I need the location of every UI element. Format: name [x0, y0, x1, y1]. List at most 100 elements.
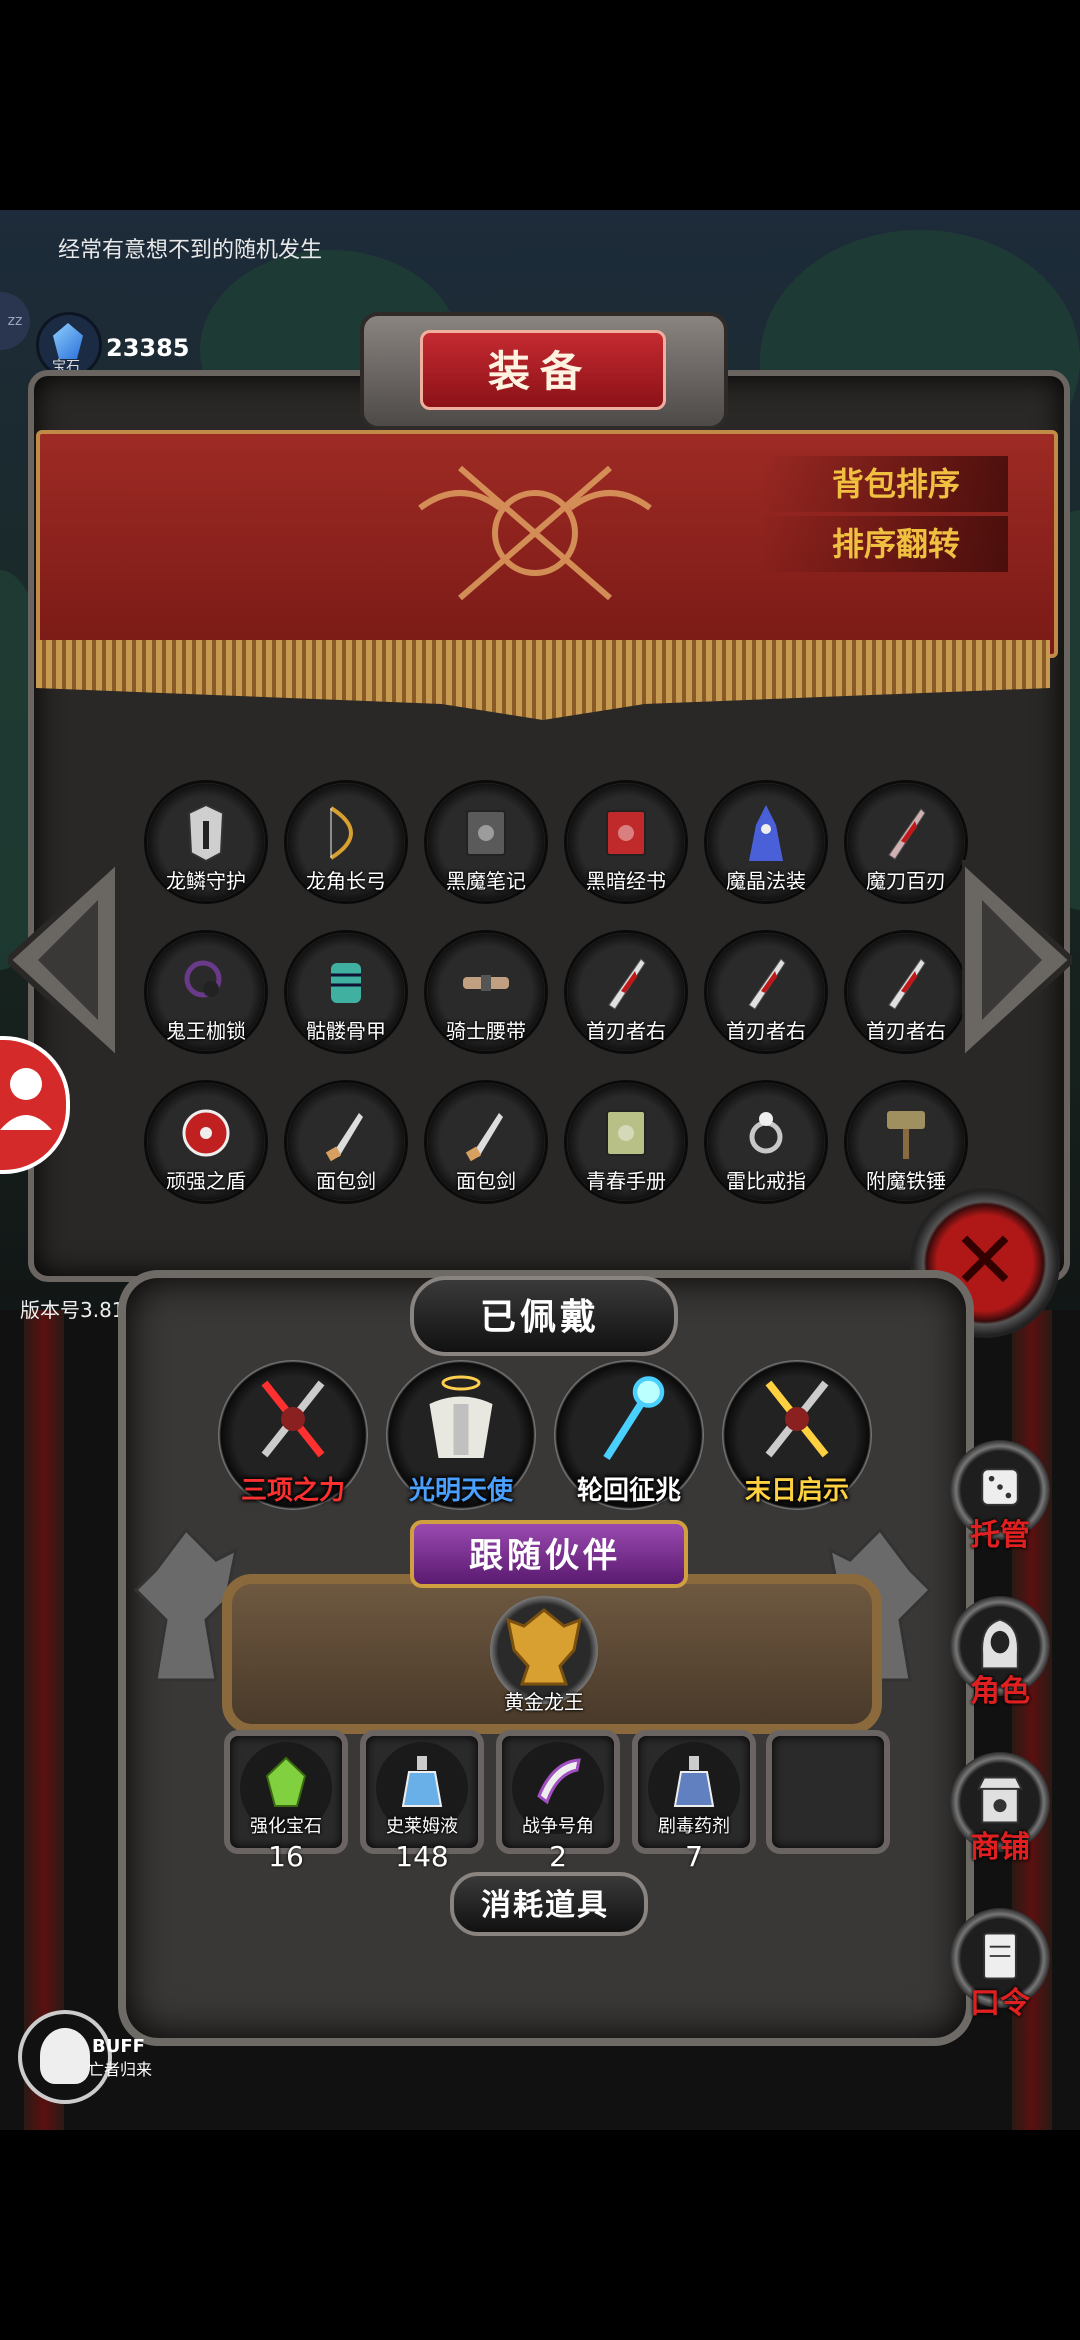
side-menu-button[interactable]: 角色	[950, 1596, 1050, 1709]
manual-icon	[601, 1103, 651, 1163]
inventory-slot[interactable]: 骷髅骨甲	[284, 930, 408, 1054]
shop-icon	[976, 1772, 1024, 1828]
red-book-icon	[601, 803, 651, 863]
equipped-slot[interactable]: 轮回征兆	[554, 1360, 704, 1510]
dagger-icon	[461, 1103, 511, 1163]
chain-icon	[181, 953, 231, 1013]
inventory-item-name: 雷比戒指	[726, 1169, 806, 1193]
dagger-icon	[321, 1103, 371, 1163]
gem-count: 23385	[106, 334, 190, 362]
inventory-slot[interactable]: 顽强之盾	[144, 1080, 268, 1204]
companion-title: 跟随伙伴	[469, 1536, 621, 1576]
angel-armor-icon	[416, 1374, 506, 1464]
serrated-blade-icon	[881, 803, 931, 863]
buff-label: BUFF	[92, 2036, 145, 2057]
side-menu-button[interactable]: 商铺	[950, 1752, 1050, 1865]
inventory-slot[interactable]: 附魔铁锤	[844, 1080, 968, 1204]
ice-staff-icon	[584, 1374, 674, 1464]
page-title: 装备	[487, 347, 592, 396]
consumable-count: 2	[549, 1840, 567, 1873]
blood-blade-icon	[601, 953, 651, 1013]
side-menu-label: 角色	[970, 1674, 1030, 1709]
inventory-item-name: 骷髅骨甲	[306, 1019, 386, 1043]
inventory-item-name: 鬼王枷锁	[166, 1019, 246, 1043]
wizard-robe-icon	[741, 803, 791, 863]
inventory-item-name: 面包剑	[456, 1169, 516, 1193]
user-icon	[0, 1068, 52, 1130]
equipped-item-name: 三项之力	[240, 1476, 345, 1506]
inventory-slot[interactable]: 黑魔笔记	[424, 780, 548, 904]
equipped-item-name: 末日启示	[744, 1476, 849, 1506]
companion-name: 黄金龙王	[504, 1690, 584, 1714]
inventory-item-name: 龙角长弓	[306, 869, 386, 893]
side-menu-button[interactable]: 口令	[950, 1908, 1050, 2021]
consumable-count: 16	[268, 1840, 304, 1873]
inventory-slot[interactable]: 雷比戒指	[704, 1080, 828, 1204]
side-menu-label: 商铺	[970, 1830, 1030, 1865]
version-label: 版本号3.81	[20, 1298, 125, 1322]
inventory-item-name: 顽强之盾	[166, 1169, 246, 1193]
inventory-slot[interactable]: 魔刀百刃	[844, 780, 968, 904]
prev-page-arrow-icon[interactable]	[8, 860, 118, 1060]
equipped-slot[interactable]: 光明天使	[386, 1360, 536, 1510]
inventory-slot[interactable]: 面包剑	[424, 1080, 548, 1204]
skeleton-armor-icon	[321, 953, 371, 1013]
empty-consumable-slot[interactable]	[766, 1730, 890, 1854]
green-gem-icon	[256, 1752, 316, 1812]
inventory-item-name: 魔晶法装	[726, 869, 806, 893]
crossed-swords-emblem-icon	[418, 465, 652, 601]
blood-blade-icon	[881, 953, 931, 1013]
round-shield-icon	[181, 1103, 231, 1163]
consumable-slot[interactable]: 战争号角 2	[496, 1730, 620, 1873]
inventory-slot[interactable]: 龙角长弓	[284, 780, 408, 904]
belt-icon	[461, 953, 511, 1013]
inventory-item-name: 黑暗经书	[586, 869, 666, 893]
inventory-item-name: 首刃者右	[726, 1019, 806, 1043]
equipped-slot[interactable]: 末日启示	[722, 1360, 872, 1510]
inventory-slot[interactable]: 鬼王枷锁	[144, 930, 268, 1054]
equipped-title: 已佩戴	[479, 1297, 600, 1338]
side-menu-label: 口令	[970, 1986, 1030, 2021]
inventory-slot[interactable]: 魔晶法装	[704, 780, 828, 904]
hint-text: 经常有意想不到的随机发生	[58, 238, 323, 263]
dark-book-icon	[461, 803, 511, 863]
consumable-name: 战争号角	[522, 1816, 594, 1837]
next-page-arrow-icon[interactable]	[962, 860, 1072, 1060]
consumable-count: 148	[395, 1840, 449, 1873]
consumable-name: 剧毒药剂	[658, 1816, 730, 1837]
inventory-slot[interactable]: 黑暗经书	[564, 780, 688, 904]
consumable-slot[interactable]: 剧毒药剂 7	[632, 1730, 756, 1873]
dice-icon	[976, 1460, 1024, 1516]
inventory-slot[interactable]: 首刃者右	[704, 930, 828, 1054]
blood-blade-icon	[741, 953, 791, 1013]
inventory-item-name: 附魔铁锤	[866, 1169, 946, 1193]
inventory-slot[interactable]: 骑士腰带	[424, 930, 548, 1054]
consumable-slot[interactable]: 强化宝石 16	[224, 1730, 348, 1873]
inventory-item-name: 面包剑	[316, 1169, 376, 1193]
equipped-item-name: 光明天使	[408, 1476, 513, 1506]
consumable-slot[interactable]: 史莱姆液 148	[360, 1730, 484, 1873]
side-menu-button[interactable]: 托管	[950, 1440, 1050, 1553]
helmet-icon	[181, 803, 231, 863]
potion-bottle-icon	[392, 1752, 452, 1812]
inventory-slot[interactable]: 青春手册	[564, 1080, 688, 1204]
inventory-item-name: 首刃者右	[586, 1019, 666, 1043]
equipped-slot[interactable]: 三项之力	[218, 1360, 368, 1510]
reverse-sort-button[interactable]: 排序翻转	[760, 516, 1008, 572]
scroll-icon	[976, 1928, 1024, 1984]
inventory-slot[interactable]: 首刃者右	[564, 930, 688, 1054]
inventory-item-name: 青春手册	[586, 1169, 666, 1193]
inventory-item-name: 龙鳞守护	[166, 869, 246, 893]
sort-backpack-button[interactable]: 背包排序	[760, 456, 1008, 512]
consumables-title: 消耗道具	[481, 1888, 609, 1923]
inventory-slot[interactable]: 首刃者右	[844, 930, 968, 1054]
inventory-slot[interactable]: 面包剑	[284, 1080, 408, 1204]
consumable-name: 强化宝石	[250, 1816, 322, 1837]
inventory-slot[interactable]: 龙鳞守护	[144, 780, 268, 904]
profile-button[interactable]	[0, 1036, 70, 1174]
bow-icon	[321, 803, 371, 863]
doom-axe-icon	[752, 1374, 842, 1464]
hooded-figure-icon	[976, 1616, 1024, 1672]
equipped-item-name: 轮回征兆	[576, 1476, 681, 1506]
ring-icon	[741, 1103, 791, 1163]
